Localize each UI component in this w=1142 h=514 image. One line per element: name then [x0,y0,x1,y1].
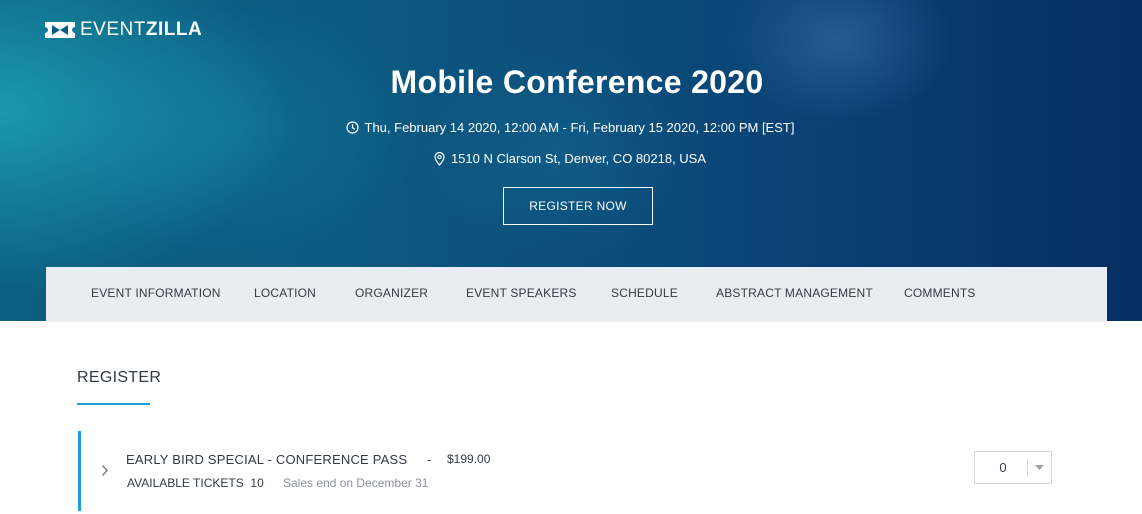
tab-event-information[interactable]: EVENT INFORMATION [91,267,221,321]
tab-event-speakers[interactable]: EVENT SPEAKERS [466,267,577,321]
ticket-name: EARLY BIRD SPECIAL - CONFERENCE PASS [126,452,408,467]
available-tickets-label: AVAILABLE TICKETS [127,476,244,490]
clock-icon [345,121,359,134]
event-date: Thu, February 14 2020, 12:00 AM - Fri, F… [364,120,795,135]
tab-comments[interactable]: COMMENTS [904,267,976,321]
tab-location[interactable]: LOCATION [254,267,316,321]
map-pin-icon [434,151,445,166]
ticket-row: EARLY BIRD SPECIAL - CONFERENCE PASS - $… [78,431,1071,511]
event-date-row: Thu, February 14 2020, 12:00 AM - Fri, F… [0,120,1140,135]
tab-organizer[interactable]: ORGANIZER [355,267,428,321]
brand-logo[interactable]: EVENTZILLA [45,19,202,41]
register-section-title: REGISTER [77,369,162,386]
caret-down-icon [1035,465,1044,470]
quantity-divider [1027,459,1028,476]
sales-end-text: Sales end on December 31 [283,476,429,490]
event-tabs-nav: EVENT INFORMATION LOCATION ORGANIZER EVE… [46,267,1107,321]
register-now-button[interactable]: REGISTER NOW [503,187,653,225]
quantity-select[interactable]: 0 [974,451,1052,484]
brand-name: EVENTZILLA [80,19,203,40]
event-title: Mobile Conference 2020 [390,64,764,100]
section-title-underline [77,403,150,405]
chevron-right-icon[interactable] [101,464,109,477]
event-address-row: 1510 N Clarson St, Denver, CO 80218, USA [0,151,1140,166]
event-address: 1510 N Clarson St, Denver, CO 80218, USA [450,151,707,166]
tab-schedule[interactable]: SCHEDULE [611,267,678,321]
tab-abstract-management[interactable]: ABSTRACT MANAGEMENT [716,267,873,321]
ticket-separator: - [427,452,432,467]
ticket-logo-icon [45,22,75,38]
ticket-price: $199.00 [447,452,491,466]
available-tickets: AVAILABLE TICKETS 10 [127,476,264,490]
available-tickets-count: 10 [250,476,264,490]
quantity-value: 0 [999,460,1007,475]
